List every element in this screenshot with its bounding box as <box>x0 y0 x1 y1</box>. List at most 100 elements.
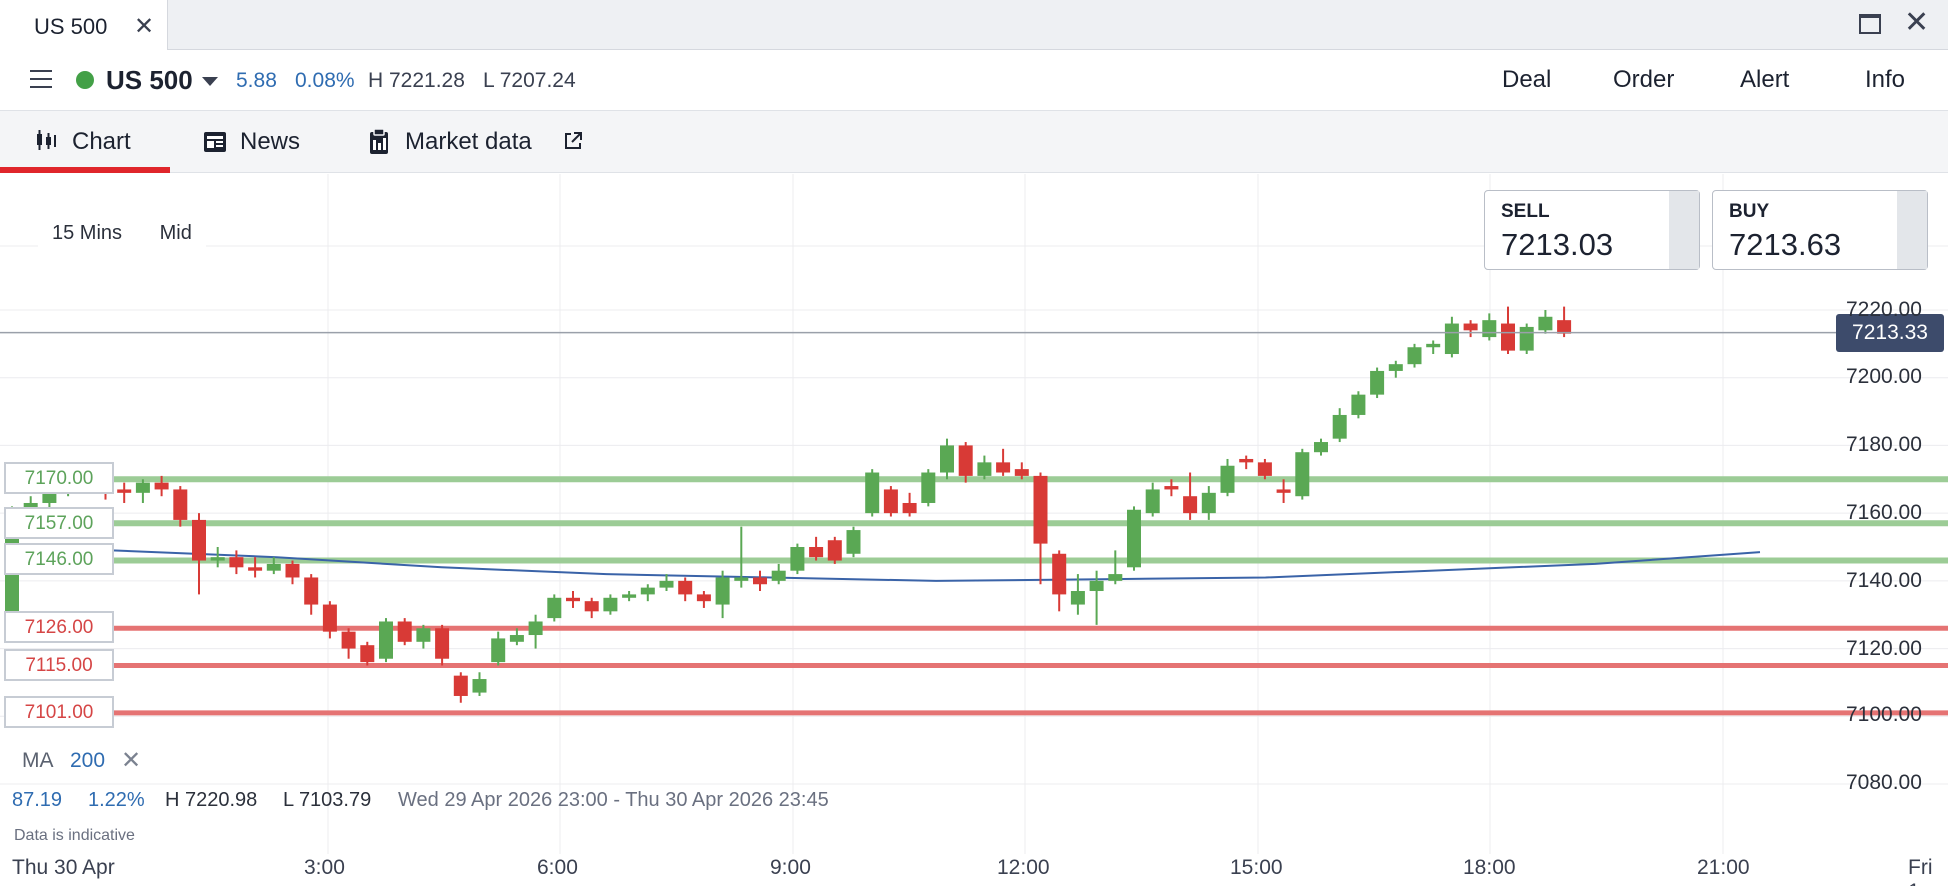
candle <box>809 546 824 558</box>
candle <box>790 546 805 571</box>
close-window-icon[interactable]: ✕ <box>1904 8 1929 38</box>
candle <box>1145 489 1160 514</box>
y-tick-label: 7180.00 <box>1846 433 1922 456</box>
window-tab[interactable]: US 500 ✕ <box>0 0 168 50</box>
external-link-icon <box>565 132 582 149</box>
order-button[interactable]: Order <box>1613 66 1674 94</box>
alert-level-tag[interactable]: 7146.00 <box>4 543 114 575</box>
period-range: Wed 29 Apr 2026 23:00 - Thu 30 Apr 2026 … <box>398 789 829 811</box>
candle <box>1033 475 1048 544</box>
alert-level-tag[interactable]: 7115.00 <box>4 649 114 681</box>
candle <box>1276 489 1291 493</box>
buy-strip <box>1897 191 1927 269</box>
candle <box>1201 492 1216 514</box>
price-chart[interactable] <box>0 174 1948 886</box>
maximize-icon[interactable] <box>1859 14 1881 34</box>
candle <box>528 621 543 636</box>
x-tick-label: 15:00 <box>1230 856 1283 879</box>
alert-button[interactable]: Alert <box>1740 66 1789 94</box>
remove-indicator-icon[interactable]: ✕ <box>121 746 141 775</box>
candle <box>135 482 150 493</box>
sell-button[interactable]: SELL 7213.03 <box>1484 190 1700 270</box>
candle <box>360 645 375 663</box>
candle <box>1070 591 1085 605</box>
candle <box>771 570 786 581</box>
active-tab-indicator <box>0 167 170 173</box>
candle <box>1239 458 1254 463</box>
candle <box>416 628 431 642</box>
alert-level-tag[interactable]: 7126.00 <box>4 611 114 643</box>
period-high: H 7220.98 <box>165 789 258 811</box>
x-tick-label: 6:00 <box>537 856 578 879</box>
price-change: 5.88 <box>236 69 277 92</box>
sell-strip <box>1669 191 1699 269</box>
tab-chart[interactable]: Chart <box>0 111 170 173</box>
candle <box>341 631 356 649</box>
tab-news[interactable]: News <box>196 111 316 173</box>
alert-level-tag[interactable]: 7101.00 <box>4 696 114 728</box>
instrument-toolbar: US 500 5.88 0.08% H 7221.28 L 7207.24 De… <box>0 50 1948 111</box>
candle <box>173 489 188 520</box>
candle <box>883 489 898 514</box>
candle <box>1220 465 1235 493</box>
x-tick-label: 9:00 <box>770 856 811 879</box>
candle <box>192 519 206 561</box>
indicator-period[interactable]: 200 <box>70 749 105 773</box>
chevron-down-icon[interactable] <box>202 77 218 86</box>
candle <box>659 580 674 588</box>
tab-market-data-label: Market data <box>405 128 532 155</box>
hamburger-menu-icon[interactable] <box>30 70 52 90</box>
candle <box>734 577 749 581</box>
tab-market-data[interactable]: Market data <box>364 111 604 173</box>
tab-chart-label: Chart <box>72 128 131 155</box>
candle <box>117 489 132 493</box>
price-type-selector[interactable]: Mid <box>160 222 192 244</box>
x-tick-label: 3:00 <box>304 856 345 879</box>
candle <box>1164 486 1179 490</box>
candle <box>1314 442 1328 453</box>
candle <box>1052 553 1067 595</box>
candle <box>921 472 936 503</box>
candle <box>1332 414 1347 439</box>
candle <box>435 628 450 659</box>
candle <box>1089 580 1104 592</box>
candlestick-icon <box>37 130 56 150</box>
candle <box>1426 343 1441 348</box>
candle <box>753 577 767 585</box>
x-tick-label: 18:00 <box>1463 856 1516 879</box>
view-tabs: Chart News Market data <box>0 111 1948 173</box>
candle <box>210 557 225 561</box>
interval-selector[interactable]: 15 Mins <box>52 222 122 244</box>
info-button[interactable]: Info <box>1865 66 1905 94</box>
tab-news-label: News <box>240 128 301 155</box>
chart-settings[interactable]: 15 Mins Mid <box>38 220 206 247</box>
candle <box>1407 347 1422 365</box>
candle <box>472 679 487 693</box>
candle <box>940 445 954 473</box>
buy-button[interactable]: BUY 7213.63 <box>1712 190 1928 270</box>
candle <box>285 563 300 578</box>
candle <box>1538 316 1553 331</box>
market-open-indicator <box>76 71 94 89</box>
title-bar: US 500 ✕ ✕ <box>0 0 1948 50</box>
deal-button[interactable]: Deal <box>1502 66 1551 94</box>
candle <box>1370 370 1385 395</box>
day-low: L 7207.24 <box>483 69 576 92</box>
period-change-percent: 1.22% <box>88 789 145 811</box>
close-tab-icon[interactable]: ✕ <box>134 12 154 41</box>
candle <box>1557 320 1572 334</box>
candle <box>622 594 637 598</box>
y-tick-label: 7140.00 <box>1846 569 1922 592</box>
alert-level-tag[interactable]: 7170.00 <box>4 462 114 494</box>
instrument-name[interactable]: US 500 <box>106 65 193 96</box>
candle <box>1351 394 1366 415</box>
y-tick-label: 7220.00 <box>1846 298 1922 321</box>
candle <box>1127 509 1141 568</box>
candle <box>865 472 880 514</box>
alert-level-tag[interactable]: 7157.00 <box>4 507 114 539</box>
candle <box>1519 326 1534 351</box>
candle <box>1183 496 1198 514</box>
sell-label: SELL <box>1501 201 1550 222</box>
y-tick-label: 7080.00 <box>1846 771 1922 794</box>
candle <box>1257 462 1272 476</box>
